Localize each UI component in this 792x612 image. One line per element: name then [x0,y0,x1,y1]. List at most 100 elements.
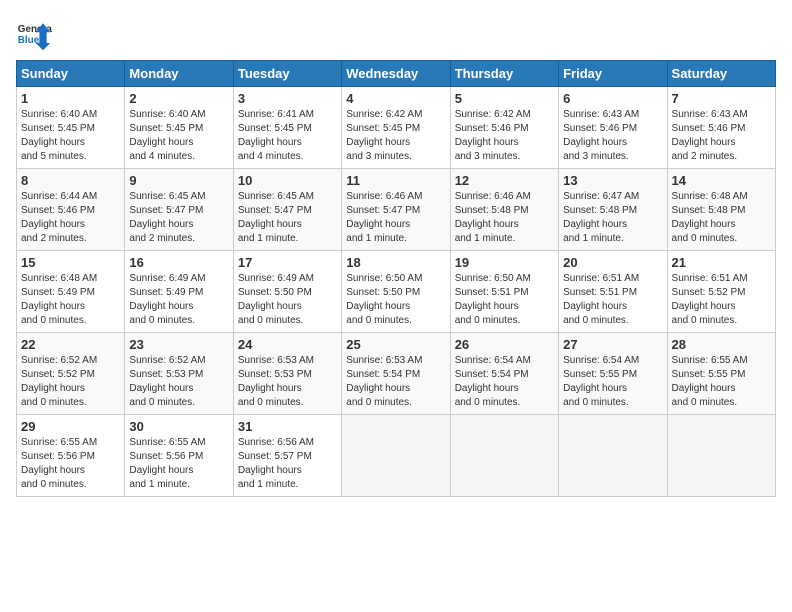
day-info: Sunrise: 6:40 AMSunset: 5:45 PMDaylight … [129,108,228,164]
day-info: Sunrise: 6:46 AMSunset: 5:47 PMDaylight … [346,190,445,246]
day-info: Sunrise: 6:44 AMSunset: 5:46 PMDaylight … [21,190,120,246]
day-number: 27 [563,337,662,352]
calendar-cell: 14Sunrise: 6:48 AMSunset: 5:48 PMDayligh… [667,169,775,251]
weekday-header: Saturday [667,61,775,87]
day-number: 6 [563,91,662,106]
calendar-cell [559,415,667,497]
day-info: Sunrise: 6:54 AMSunset: 5:54 PMDaylight … [455,354,554,410]
day-number: 29 [21,419,120,434]
logo: General Blue [16,16,52,52]
calendar-cell [450,415,558,497]
day-number: 10 [238,173,337,188]
day-info: Sunrise: 6:55 AMSunset: 5:56 PMDaylight … [21,436,120,492]
day-info: Sunrise: 6:56 AMSunset: 5:57 PMDaylight … [238,436,337,492]
calendar-cell: 31 Sunrise: 6:56 AMSunset: 5:57 PMDayligh… [233,415,341,497]
day-number: 3 [238,91,337,106]
day-number: 21 [672,255,771,270]
weekday-header: Friday [559,61,667,87]
day-info: Sunrise: 6:48 AMSunset: 5:49 PMDaylight … [21,272,120,328]
day-number: 23 [129,337,228,352]
day-number: 11 [346,173,445,188]
calendar-cell [342,415,450,497]
day-info: Sunrise: 6:40 AMSunset: 5:45 PMDaylight … [21,108,120,164]
day-info: Sunrise: 6:50 AMSunset: 5:50 PMDaylight … [346,272,445,328]
day-info: Sunrise: 6:43 AMSunset: 5:46 PMDaylight … [672,108,771,164]
day-info: Sunrise: 6:42 AMSunset: 5:46 PMDaylight … [455,108,554,164]
calendar-cell: 6 Sunrise: 6:43 AMSunset: 5:46 PMDaylight… [559,87,667,169]
weekday-header: Thursday [450,61,558,87]
day-info: Sunrise: 6:51 AMSunset: 5:51 PMDaylight … [563,272,662,328]
calendar-cell: 25Sunrise: 6:53 AMSunset: 5:54 PMDayligh… [342,333,450,415]
calendar-cell: 12 Sunrise: 6:46 AMSunset: 5:48 PMDayligh… [450,169,558,251]
day-number: 20 [563,255,662,270]
calendar-cell: 7 Sunrise: 6:43 AMSunset: 5:46 PMDaylight… [667,87,775,169]
calendar-row: 1 Sunrise: 6:40 AMSunset: 5:45 PMDaylight… [17,87,776,169]
day-info: Sunrise: 6:53 AMSunset: 5:53 PMDaylight … [238,354,337,410]
calendar-cell: 29 Sunrise: 6:55 AMSunset: 5:56 PMDayligh… [17,415,125,497]
day-info: Sunrise: 6:52 AMSunset: 5:53 PMDaylight … [129,354,228,410]
day-info: Sunrise: 6:48 AMSunset: 5:48 PMDaylight … [672,190,771,246]
day-number: 18 [346,255,445,270]
calendar-cell: 15 Sunrise: 6:48 AMSunset: 5:49 PMDayligh… [17,251,125,333]
day-number: 30 [129,419,228,434]
calendar-cell: 27 Sunrise: 6:54 AMSunset: 5:55 PMDayligh… [559,333,667,415]
weekday-header: Tuesday [233,61,341,87]
calendar-cell: 21 Sunrise: 6:51 AMSunset: 5:52 PMDayligh… [667,251,775,333]
day-info: Sunrise: 6:51 AMSunset: 5:52 PMDaylight … [672,272,771,328]
calendar-cell: 9 Sunrise: 6:45 AMSunset: 5:47 PMDaylight… [125,169,233,251]
calendar-cell: 28 Sunrise: 6:55 AMSunset: 5:55 PMDayligh… [667,333,775,415]
calendar-cell: 17Sunrise: 6:49 AMSunset: 5:50 PMDayligh… [233,251,341,333]
day-number: 13 [563,173,662,188]
day-info: Sunrise: 6:45 AMSunset: 5:47 PMDaylight … [129,190,228,246]
calendar-row: 15 Sunrise: 6:48 AMSunset: 5:49 PMDayligh… [17,251,776,333]
weekday-header: Wednesday [342,61,450,87]
calendar-cell: 23 Sunrise: 6:52 AMSunset: 5:53 PMDayligh… [125,333,233,415]
day-number: 19 [455,255,554,270]
day-number: 12 [455,173,554,188]
day-info: Sunrise: 6:46 AMSunset: 5:48 PMDaylight … [455,190,554,246]
day-info: Sunrise: 6:41 AMSunset: 5:45 PMDaylight … [238,108,337,164]
day-number: 25 [346,337,445,352]
calendar-body: 1 Sunrise: 6:40 AMSunset: 5:45 PMDaylight… [17,87,776,497]
day-number: 16 [129,255,228,270]
day-info: Sunrise: 6:49 AMSunset: 5:49 PMDaylight … [129,272,228,328]
calendar-cell: 24Sunrise: 6:53 AMSunset: 5:53 PMDayligh… [233,333,341,415]
day-number: 9 [129,173,228,188]
calendar-cell: 2Sunrise: 6:40 AMSunset: 5:45 PMDaylight… [125,87,233,169]
day-info: Sunrise: 6:54 AMSunset: 5:55 PMDaylight … [563,354,662,410]
weekday-header: Monday [125,61,233,87]
calendar-cell: 18 Sunrise: 6:50 AMSunset: 5:50 PMDayligh… [342,251,450,333]
day-number: 15 [21,255,120,270]
calendar-table: SundayMondayTuesdayWednesdayThursdayFrid… [16,60,776,497]
day-number: 7 [672,91,771,106]
day-info: Sunrise: 6:55 AMSunset: 5:55 PMDaylight … [672,354,771,410]
weekday-header: Sunday [17,61,125,87]
calendar-cell: 11 Sunrise: 6:46 AMSunset: 5:47 PMDayligh… [342,169,450,251]
day-number: 1 [21,91,120,106]
day-info: Sunrise: 6:55 AMSunset: 5:56 PMDaylight … [129,436,228,492]
calendar-row: 8Sunrise: 6:44 AMSunset: 5:46 PMDaylight… [17,169,776,251]
calendar-cell: 19 Sunrise: 6:50 AMSunset: 5:51 PMDayligh… [450,251,558,333]
day-number: 4 [346,91,445,106]
calendar-header-row: SundayMondayTuesdayWednesdayThursdayFrid… [17,61,776,87]
logo-icon: General Blue [16,16,52,52]
day-number: 17 [238,255,337,270]
day-number: 22 [21,337,120,352]
day-info: Sunrise: 6:50 AMSunset: 5:51 PMDaylight … [455,272,554,328]
page-header: General Blue [16,16,776,52]
calendar-row: 22 Sunrise: 6:52 AMSunset: 5:52 PMDayligh… [17,333,776,415]
day-info: Sunrise: 6:42 AMSunset: 5:45 PMDaylight … [346,108,445,164]
calendar-cell: 10 Sunrise: 6:45 AMSunset: 5:47 PMDayligh… [233,169,341,251]
calendar-cell: 30 Sunrise: 6:55 AMSunset: 5:56 PMDayligh… [125,415,233,497]
day-info: Sunrise: 6:43 AMSunset: 5:46 PMDaylight … [563,108,662,164]
calendar-cell: 4 Sunrise: 6:42 AMSunset: 5:45 PMDaylight… [342,87,450,169]
calendar-cell: 1 Sunrise: 6:40 AMSunset: 5:45 PMDaylight… [17,87,125,169]
day-number: 28 [672,337,771,352]
calendar-row: 29 Sunrise: 6:55 AMSunset: 5:56 PMDayligh… [17,415,776,497]
day-info: Sunrise: 6:47 AMSunset: 5:48 PMDaylight … [563,190,662,246]
calendar-cell: 8Sunrise: 6:44 AMSunset: 5:46 PMDaylight… [17,169,125,251]
day-info: Sunrise: 6:52 AMSunset: 5:52 PMDaylight … [21,354,120,410]
day-info: Sunrise: 6:45 AMSunset: 5:47 PMDaylight … [238,190,337,246]
day-number: 31 [238,419,337,434]
calendar-cell: 22 Sunrise: 6:52 AMSunset: 5:52 PMDayligh… [17,333,125,415]
